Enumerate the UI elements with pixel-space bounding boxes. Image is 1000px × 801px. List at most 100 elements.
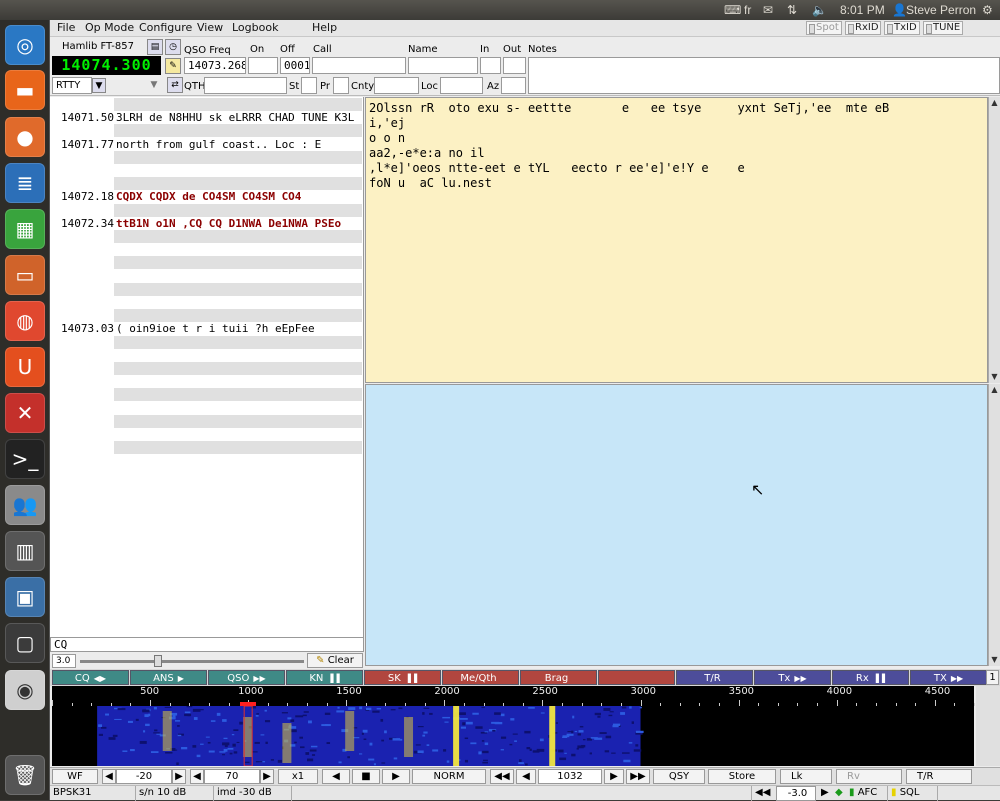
browser-row[interactable] (50, 402, 362, 415)
user-name[interactable]: Steve Perron (906, 2, 976, 18)
range-down-button[interactable]: ◀ (190, 769, 204, 784)
network-icon[interactable]: ⇅ (787, 2, 797, 18)
stop-button[interactable]: ■ (352, 769, 380, 784)
tr-toggle[interactable]: T/R (906, 769, 972, 784)
ref-level-field[interactable]: -20 (116, 769, 172, 784)
on-time-field[interactable] (248, 57, 278, 74)
browser-row[interactable] (50, 296, 362, 309)
frequency-list-icon[interactable]: ◷ (165, 39, 181, 55)
squelch-slider-track[interactable] (80, 660, 304, 663)
browser-row[interactable]: 14072.34 ttB1N o1N ,CQ CQ D1NWA De1NWA PS… (50, 217, 362, 230)
rx-scrollbar[interactable]: ▲ ▼ (988, 97, 1000, 383)
macro-button-6[interactable]: Me/Qth (442, 670, 519, 685)
browser-search-input[interactable]: CQ (50, 637, 364, 652)
software-center-icon[interactable]: ◍ (5, 301, 45, 341)
norm-button[interactable]: NORM (412, 769, 486, 784)
notes-field[interactable] (528, 57, 1000, 94)
tx-scrollbar[interactable]: ▲ ▼ (988, 384, 1000, 666)
fast-left-button[interactable]: ◀◀ (490, 769, 514, 784)
browser-row[interactable] (50, 388, 362, 402)
browser-row[interactable] (50, 335, 362, 349)
files-icon[interactable]: ▬ (5, 70, 45, 110)
offset-right-icon[interactable]: ▶ (818, 786, 832, 801)
keyboard-icon[interactable]: ⌨ (724, 2, 741, 18)
browser-row[interactable] (50, 428, 362, 441)
pencil-icon[interactable]: ✎ (165, 58, 181, 74)
fldigi-icon[interactable]: ▥ (5, 531, 45, 571)
province-field[interactable] (333, 77, 349, 94)
browser-row[interactable] (50, 441, 362, 455)
range-up-button[interactable]: ▶ (260, 769, 274, 784)
zoom-button[interactable]: x1 (278, 769, 318, 784)
rst-out-field[interactable] (503, 57, 526, 74)
ubuntu-one-icon[interactable]: U (5, 347, 45, 387)
firefox-icon[interactable]: ● (5, 117, 45, 157)
browser-row[interactable]: 14073.03( oin9ioe t r i tuii ?h eEpFee (50, 322, 362, 335)
workspaces-icon[interactable]: ▢ (5, 623, 45, 663)
reverse-toggle[interactable]: Rv (836, 769, 902, 784)
browser-row[interactable] (50, 454, 362, 467)
rxid-toggle[interactable]: RxID (845, 21, 881, 35)
browser-row[interactable]: 14072.18 CQDX CQDX de CO4SM CO4SM CO4 (50, 190, 362, 203)
spot-toggle[interactable]: Spot (806, 21, 842, 35)
macro-button-10[interactable]: Tx ▶▶ (754, 670, 831, 685)
chevron-down-icon[interactable]: ▼ (92, 78, 106, 93)
calc-icon[interactable]: ▦ (5, 209, 45, 249)
menu-configure[interactable]: Configure (139, 21, 192, 35)
image-viewer-icon[interactable]: ▣ (5, 577, 45, 617)
keyboard-layout[interactable]: fr (744, 2, 751, 18)
scroll-up-icon[interactable]: ▲ (989, 97, 1000, 109)
browser-row[interactable] (50, 349, 362, 362)
mode-select[interactable]: RTTY (52, 77, 92, 94)
browser-row[interactable] (50, 98, 362, 111)
macro-button-7[interactable]: Brag (520, 670, 597, 685)
slow-right-button[interactable]: ▶ (382, 769, 410, 784)
users-icon[interactable]: 👥 (5, 485, 45, 525)
browser-row[interactable] (50, 256, 362, 270)
azimuth-field[interactable] (501, 77, 526, 94)
rig-control-icon[interactable]: ▤ (147, 39, 163, 55)
clock[interactable]: 8:01 PM (840, 2, 885, 18)
call-field[interactable] (312, 57, 406, 74)
writer-icon[interactable]: ≣ (5, 163, 45, 203)
mail-icon[interactable]: ✉ (763, 2, 773, 18)
tx-scroll-down-icon[interactable]: ▼ (989, 654, 1000, 666)
ref-up-button[interactable]: ▶ (172, 769, 186, 784)
step-left-button[interactable]: ◀ (516, 769, 536, 784)
macro-set-button[interactable]: 1 (986, 670, 999, 685)
lock-toggle[interactable]: Lk (780, 769, 832, 784)
browser-row[interactable] (50, 282, 362, 296)
state-field[interactable] (301, 77, 317, 94)
sql-toggle[interactable]: ▮ SQL (888, 786, 938, 801)
browser-row[interactable] (50, 150, 362, 164)
browser-row[interactable] (50, 203, 362, 217)
qso-freq-field[interactable]: 14073.268 (184, 57, 246, 74)
waterfall-display[interactable] (52, 706, 974, 766)
step-right-button[interactable]: ▶ (604, 769, 624, 784)
qsy-button[interactable]: QSY (653, 769, 705, 784)
browser-row[interactable] (50, 362, 362, 375)
tune-toggle[interactable]: TUNE (923, 21, 963, 35)
trash-icon[interactable]: 🗑 (5, 755, 45, 795)
settings-icon[interactable]: ✕ (5, 393, 45, 433)
name-field[interactable] (408, 57, 478, 74)
frequency-display[interactable]: 14074.300 (52, 56, 161, 75)
browser-row[interactable] (50, 309, 362, 323)
terminal-icon[interactable]: >_ (5, 439, 45, 479)
slow-left-button[interactable]: ◀ (322, 769, 350, 784)
browser-row[interactable] (50, 270, 362, 283)
fast-right-button[interactable]: ▶▶ (626, 769, 650, 784)
range-field[interactable]: 70 (204, 769, 260, 784)
macro-button-2[interactable]: ANS ▶ (130, 670, 207, 685)
macro-button-3[interactable]: QSO ▶▶ (208, 670, 285, 685)
country-field[interactable] (374, 77, 419, 94)
offset-field[interactable]: -3.0 (776, 786, 816, 801)
afc-toggle[interactable]: ▮ AFC (846, 786, 888, 801)
rst-in-field[interactable] (480, 57, 501, 74)
clear-button[interactable]: ✎ Clear (307, 653, 363, 668)
status-mode[interactable]: BPSK31 (50, 786, 136, 801)
browser-row[interactable] (50, 124, 362, 138)
impress-icon[interactable]: ▭ (5, 255, 45, 295)
browser-row[interactable]: 14071.77 north from gulf coast.. Loc : E (50, 138, 362, 151)
waterfall-svg[interactable] (52, 706, 974, 766)
